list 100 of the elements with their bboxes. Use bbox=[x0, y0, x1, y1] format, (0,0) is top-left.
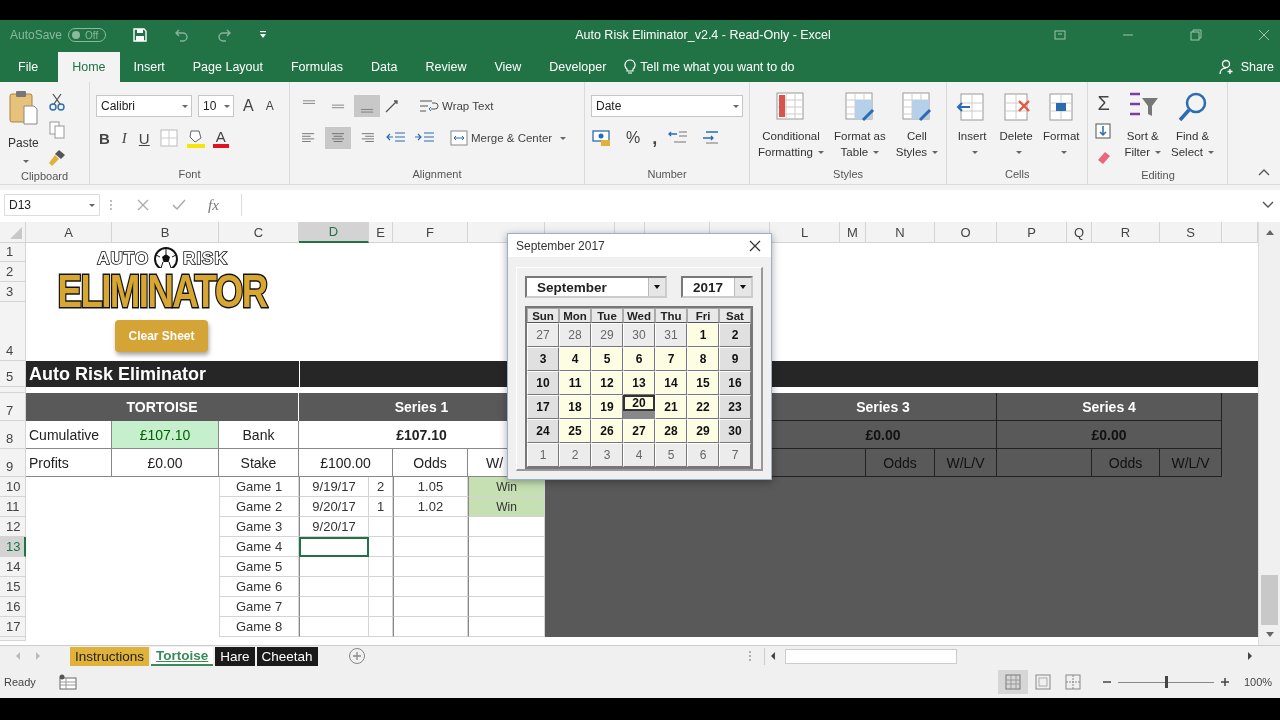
calendar-day[interactable]: 17 bbox=[527, 395, 559, 419]
calendar-day[interactable]: 10 bbox=[527, 371, 559, 395]
calendar-day[interactable]: 27 bbox=[623, 419, 655, 443]
drag-handle-icon[interactable] bbox=[108, 198, 114, 212]
customize-icon[interactable] bbox=[258, 30, 269, 40]
calendar-day[interactable]: 1 bbox=[527, 443, 559, 467]
calendar-day[interactable]: 22 bbox=[687, 395, 719, 419]
scroll-down-icon[interactable] bbox=[1264, 631, 1275, 639]
next-sheet-icon[interactable] bbox=[34, 651, 42, 661]
calendar-day[interactable]: 19 bbox=[591, 395, 623, 419]
editing-button[interactable]: Sort & Filter bbox=[1122, 90, 1164, 160]
macro-recording-icon[interactable] bbox=[57, 674, 78, 690]
row-header[interactable]: 2 bbox=[0, 262, 26, 282]
calendar-day[interactable]: 8 bbox=[687, 347, 719, 371]
calendar-day[interactable]: 16 bbox=[719, 371, 751, 395]
column-header[interactable]: S bbox=[1160, 222, 1222, 243]
column-header[interactable]: P bbox=[997, 222, 1067, 243]
shrink-font-button[interactable]: A bbox=[262, 95, 277, 117]
ribbon-tab[interactable]: Data bbox=[357, 52, 412, 82]
row-header[interactable] bbox=[0, 387, 26, 393]
zoom-level[interactable]: 100% bbox=[1244, 676, 1274, 688]
scissors-icon[interactable] bbox=[46, 92, 67, 112]
column-header[interactable]: O bbox=[935, 222, 997, 243]
row-header[interactable]: 5 bbox=[0, 361, 26, 387]
percent-button[interactable]: % bbox=[623, 127, 644, 149]
row-header[interactable]: 14 bbox=[0, 557, 26, 577]
zoom-slider[interactable] bbox=[1118, 676, 1214, 688]
paste-button[interactable]: Paste bbox=[6, 90, 41, 163]
calendar-day[interactable]: 12 bbox=[591, 371, 623, 395]
calendar-day[interactable]: 1 bbox=[687, 323, 719, 347]
scroll-left-icon[interactable] bbox=[769, 651, 777, 661]
bold-button[interactable]: B bbox=[96, 127, 113, 149]
borders-icon[interactable] bbox=[158, 128, 179, 148]
comma-style-button[interactable]: , bbox=[649, 127, 661, 149]
scroll-thumb[interactable] bbox=[1261, 575, 1278, 625]
sheet-tab[interactable]: Instructions bbox=[70, 646, 150, 666]
calendar-day[interactable]: 21 bbox=[655, 395, 687, 419]
calendar-day[interactable]: 28 bbox=[655, 419, 687, 443]
font-name-field[interactable]: Calibri bbox=[96, 95, 192, 117]
column-header[interactable]: D bbox=[299, 222, 369, 243]
row-header[interactable]: 3 bbox=[0, 282, 26, 302]
restore-icon[interactable] bbox=[1190, 29, 1202, 41]
column-header[interactable]: R bbox=[1092, 222, 1160, 243]
number-format-field[interactable]: Date bbox=[591, 95, 743, 117]
year-dropdown[interactable]: 2017 bbox=[681, 276, 753, 298]
autosum-button[interactable]: Σ bbox=[1094, 92, 1117, 114]
underline-button[interactable]: U bbox=[135, 127, 153, 149]
share-button[interactable]: Share bbox=[1218, 52, 1280, 82]
calendar-day[interactable]: 7 bbox=[655, 347, 687, 371]
column-header[interactable]: M bbox=[840, 222, 866, 243]
styles-button[interactable]: Format as Table bbox=[831, 90, 888, 160]
row-header[interactable]: 12 bbox=[0, 517, 26, 537]
column-header[interactable]: C bbox=[219, 222, 299, 243]
scroll-right-icon[interactable] bbox=[1246, 651, 1254, 661]
ribbon-tab[interactable]: File bbox=[12, 52, 51, 82]
calendar-day[interactable]: 9 bbox=[719, 347, 751, 371]
sheet-tab[interactable]: Cheetah bbox=[256, 646, 318, 666]
row-header[interactable]: 9 bbox=[0, 449, 26, 477]
editing-button[interactable]: Find & Select bbox=[1169, 90, 1216, 160]
calendar-day[interactable]: 26 bbox=[591, 419, 623, 443]
font-color-button[interactable]: A bbox=[212, 128, 229, 148]
calendar-day[interactable]: 4 bbox=[623, 443, 655, 467]
table-cell[interactable]: 9/19/17 bbox=[299, 477, 369, 497]
cells-button[interactable]: Delete bbox=[997, 90, 1036, 160]
sheet-tab[interactable]: Hare bbox=[215, 646, 255, 666]
calendar-day[interactable]: 29 bbox=[687, 419, 719, 443]
calendar-day[interactable]: 4 bbox=[559, 347, 591, 371]
copy-icon[interactable] bbox=[46, 120, 67, 140]
name-box[interactable]: D13 bbox=[4, 194, 100, 216]
sheet-tab[interactable]: Tortoise bbox=[151, 646, 214, 666]
cells-button[interactable]: Insert bbox=[953, 90, 992, 160]
column-header[interactable]: F bbox=[393, 222, 468, 243]
calendar-day[interactable]: 6 bbox=[623, 347, 655, 371]
normal-view-icon[interactable] bbox=[998, 670, 1028, 694]
merge-center-button[interactable]: Merge & Center bbox=[447, 127, 570, 149]
zoom-in-icon[interactable] bbox=[1220, 677, 1230, 687]
calendar-day[interactable]: 5 bbox=[655, 443, 687, 467]
calendar-day[interactable]: 6 bbox=[687, 443, 719, 467]
format-painter-icon[interactable] bbox=[46, 148, 67, 168]
previous-sheet-icon[interactable] bbox=[14, 651, 22, 661]
calendar-day[interactable]: 15 bbox=[687, 371, 719, 395]
ribbon-tab[interactable]: Home bbox=[58, 52, 120, 82]
ribbon-tab[interactable]: Page Layout bbox=[178, 52, 277, 82]
check-icon[interactable] bbox=[172, 198, 186, 212]
ribbon-tab[interactable]: Review bbox=[411, 52, 481, 82]
calendar-day[interactable]: 27 bbox=[527, 323, 559, 347]
column-header[interactable]: N bbox=[866, 222, 935, 243]
expand-icon[interactable] bbox=[1262, 201, 1274, 209]
tell-me-search[interactable]: Tell me what you want to do bbox=[624, 52, 795, 82]
ribbon-display-icon[interactable] bbox=[1054, 29, 1066, 41]
add-sheet-icon[interactable] bbox=[347, 647, 366, 665]
ribbon-tab[interactable]: Developer bbox=[535, 52, 621, 82]
redo-icon[interactable] bbox=[216, 27, 233, 43]
save-icon[interactable] bbox=[132, 27, 149, 43]
column-header[interactable]: Q bbox=[1067, 222, 1092, 243]
calendar-day[interactable]: 13 bbox=[623, 371, 655, 395]
row-header[interactable]: 16 bbox=[0, 597, 26, 617]
column-header[interactable]: A bbox=[26, 222, 112, 243]
calendar-day[interactable]: 2 bbox=[559, 443, 591, 467]
row-header[interactable]: 4 bbox=[0, 302, 26, 361]
